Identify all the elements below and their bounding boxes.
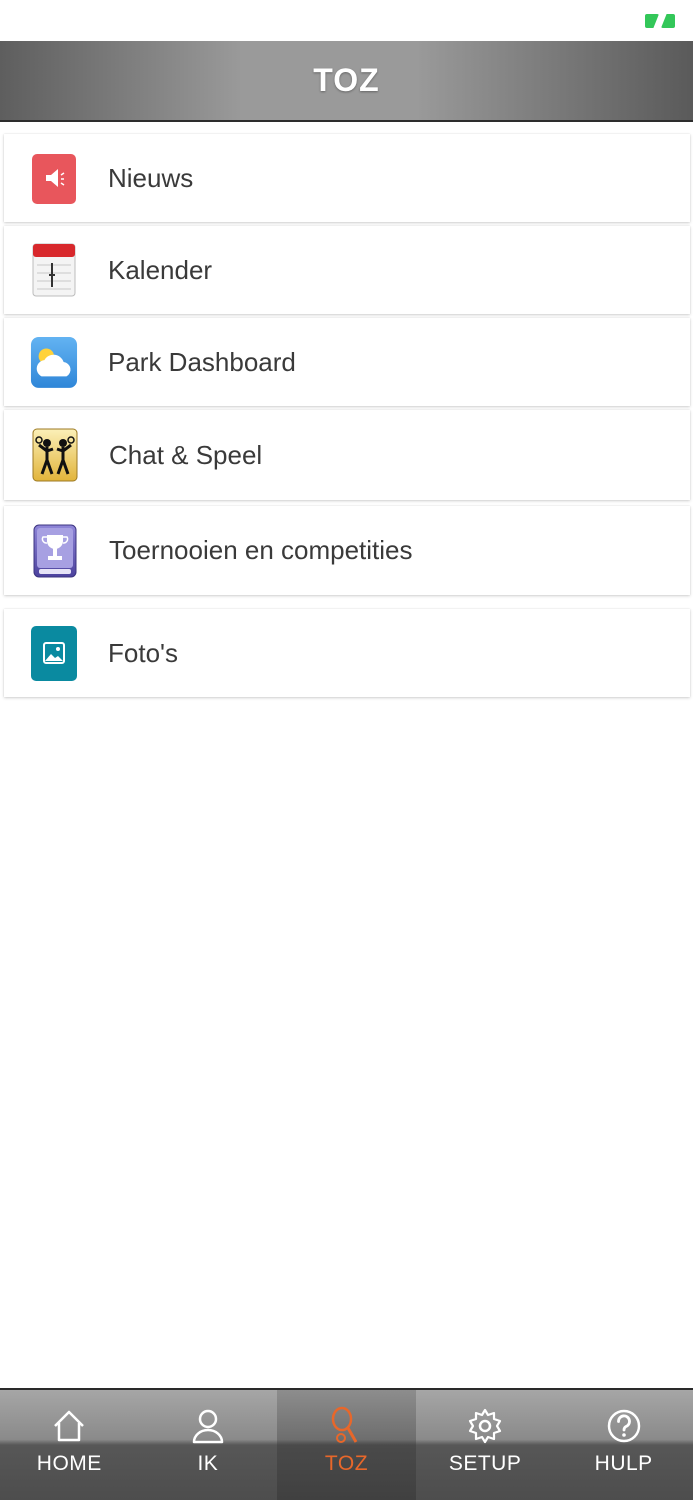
gear-icon [468,1408,502,1444]
calendar-icon [30,242,78,298]
photo-icon [30,625,78,681]
tab-label: SETUP [448,1452,522,1475]
tab-label: HULP [594,1452,653,1475]
players-icon [31,427,79,483]
megaphone-icon [30,150,78,206]
racket-icon [332,1406,358,1443]
menu-item-label: Kalender [108,254,213,285]
tab-label: IK [197,1452,219,1475]
weather-icon [30,334,78,390]
menu-item-park-dashboard[interactable]: Park Dashboard [4,318,690,406]
status-bar [0,0,693,41]
page-title: TOZ [313,62,380,98]
menu-item-toernooien[interactable]: Toernooien en competities [4,506,690,595]
tab-bar: HOME IK TOZ SETUP HULP [0,1388,693,1500]
help-icon [607,1409,640,1443]
battery-icon [645,12,679,30]
tab-ik[interactable]: IK [139,1390,278,1500]
tab-setup[interactable]: SETUP [416,1390,555,1500]
menu-item-label: Chat & Speel [109,439,263,470]
screen: TOZ Nieuws Kalender Park Dashboard Chat … [0,0,693,1500]
home-icon [54,1410,85,1442]
tab-home[interactable]: HOME [0,1390,139,1500]
trophy-icon [31,523,79,579]
tab-label: HOME [36,1452,102,1475]
menu-item-nieuws[interactable]: Nieuws [4,134,690,222]
menu-item-kalender[interactable]: Kalender [4,226,690,314]
tab-label: TOZ [324,1452,369,1475]
tab-toz[interactable]: TOZ [277,1390,416,1500]
tab-hulp[interactable]: HULP [554,1390,693,1500]
menu-item-label: Foto's [108,637,178,668]
app-header: TOZ [0,41,693,122]
menu-item-label: Toernooien en competities [109,535,413,565]
menu-item-fotos[interactable]: Foto's [4,609,690,697]
user-icon [192,1409,224,1444]
menu-item-label: Nieuws [108,162,194,193]
menu-item-label: Park Dashboard [108,346,296,377]
menu-item-chat-speel[interactable]: Chat & Speel [4,410,690,500]
